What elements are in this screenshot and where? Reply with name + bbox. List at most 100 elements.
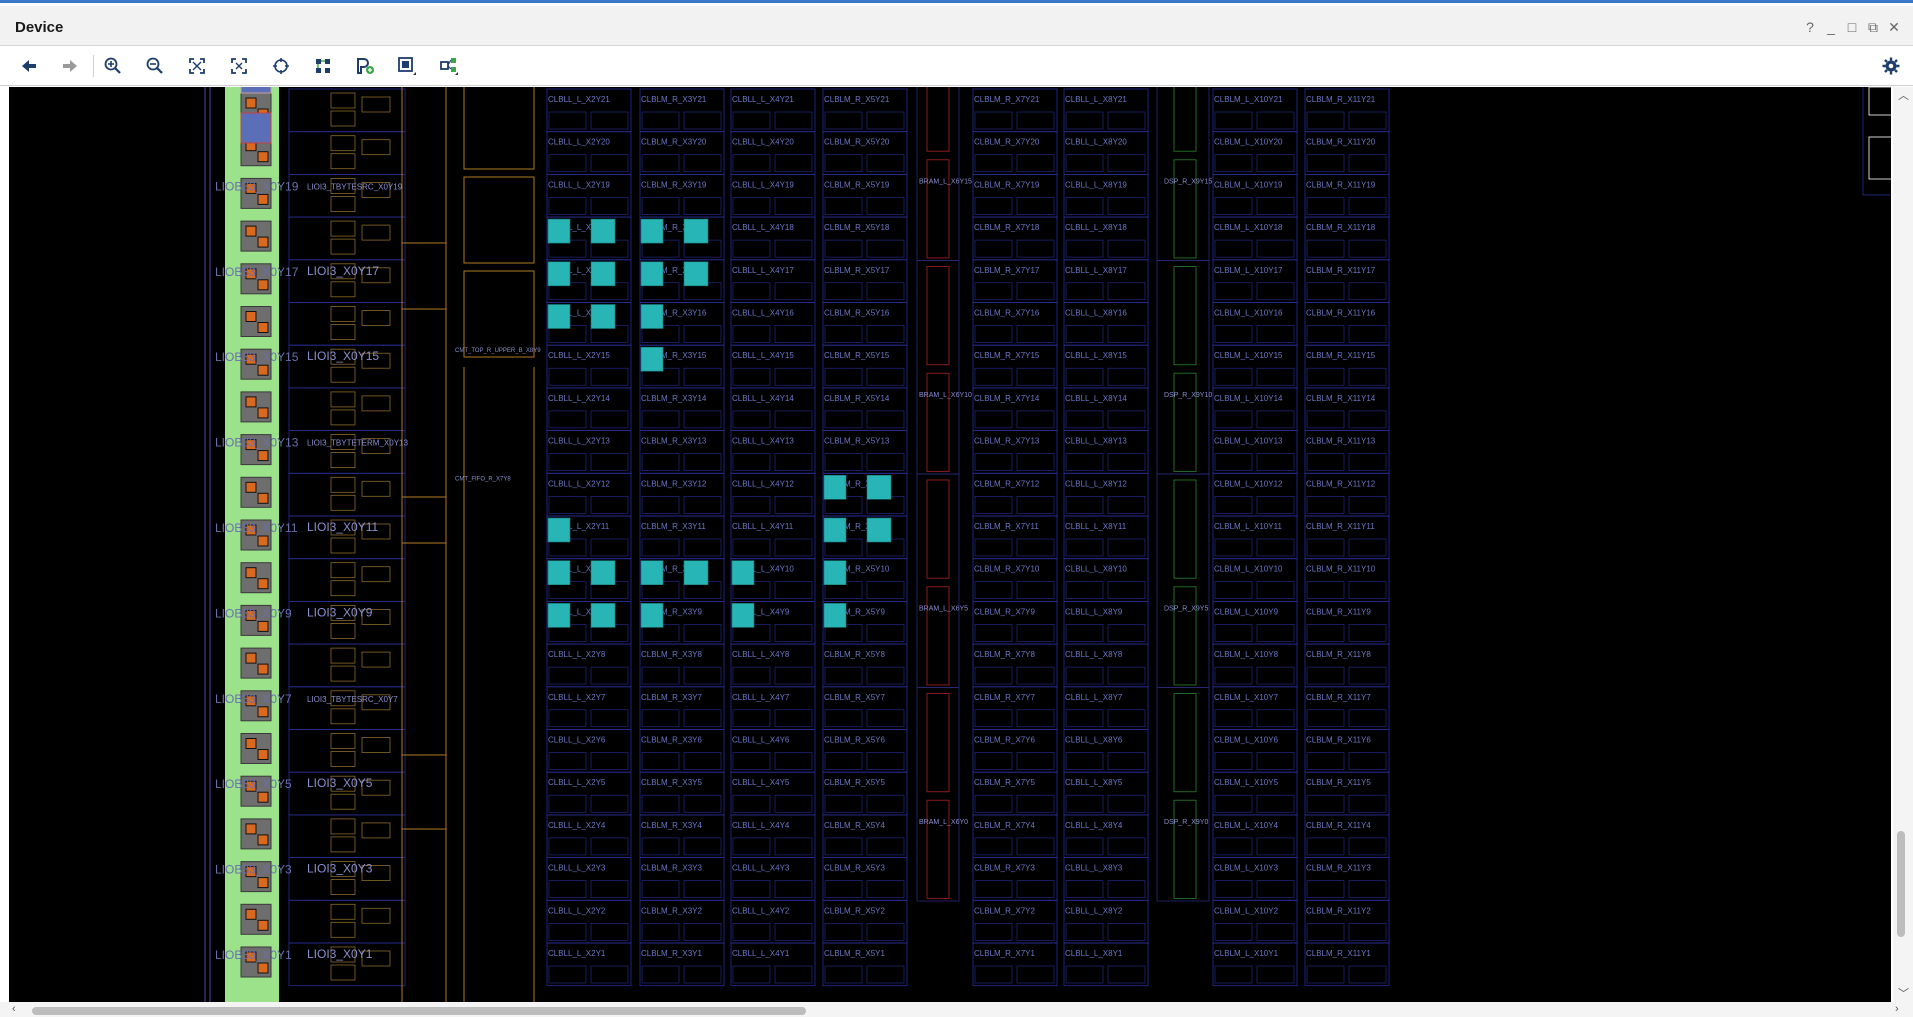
clb-slice[interactable] bbox=[774, 752, 813, 770]
clb-slice[interactable] bbox=[824, 325, 863, 343]
clb-label[interactable]: CLBLL_L_X8Y12 bbox=[1065, 479, 1127, 488]
clb-label[interactable]: CLBLL_L_X4Y13 bbox=[732, 437, 794, 446]
io-pad-cell[interactable] bbox=[257, 663, 269, 675]
clb-label[interactable]: CLBLL_L_X4Y5 bbox=[732, 778, 790, 787]
clb-slice[interactable] bbox=[1016, 709, 1055, 728]
io-pad-cell[interactable] bbox=[257, 578, 269, 590]
zoom-out-icon[interactable] bbox=[142, 53, 168, 79]
lioi-site[interactable] bbox=[330, 537, 356, 554]
placed-cell[interactable] bbox=[866, 517, 892, 543]
clb-slice[interactable] bbox=[866, 965, 905, 984]
dsp-tile[interactable] bbox=[1156, 473, 1210, 688]
io-pad-cell[interactable] bbox=[257, 450, 269, 462]
clb-slice[interactable] bbox=[732, 752, 771, 770]
lioi-site[interactable] bbox=[330, 366, 356, 383]
placed-cell[interactable] bbox=[731, 603, 755, 628]
clb-label[interactable]: CLBLL_L_X4Y7 bbox=[732, 693, 790, 702]
lioi-site[interactable] bbox=[330, 409, 356, 426]
clb-label[interactable]: CLBLM_R_X5Y5 bbox=[824, 778, 885, 787]
clb-slice[interactable] bbox=[1214, 837, 1253, 856]
clb-slice[interactable] bbox=[590, 111, 629, 130]
clb-slice[interactable] bbox=[1306, 410, 1345, 429]
clb-slice[interactable] bbox=[1214, 624, 1253, 642]
clb-label[interactable]: CLBLM_L_X10Y3 bbox=[1214, 864, 1279, 873]
lioi-site[interactable] bbox=[330, 647, 356, 664]
clb-slice[interactable] bbox=[974, 495, 1013, 514]
clb-slice[interactable] bbox=[1214, 538, 1253, 557]
lioi-tile[interactable] bbox=[288, 387, 406, 431]
clb-slice[interactable] bbox=[590, 965, 629, 984]
clb-slice[interactable] bbox=[974, 965, 1013, 984]
clb-slice[interactable] bbox=[1306, 581, 1345, 600]
clb-slice[interactable] bbox=[774, 624, 813, 642]
minimize-icon[interactable]: _ bbox=[1823, 19, 1839, 35]
placed-cell[interactable] bbox=[640, 603, 664, 628]
placed-cell[interactable] bbox=[823, 474, 847, 500]
clb-slice[interactable] bbox=[1065, 538, 1104, 557]
dsp-site[interactable] bbox=[1173, 479, 1197, 579]
clb-label[interactable]: CLBLM_R_X5Y3 bbox=[824, 864, 885, 873]
lioi-tile[interactable] bbox=[288, 814, 406, 859]
clb-slice[interactable] bbox=[641, 752, 680, 770]
clb-slice[interactable] bbox=[1348, 453, 1387, 471]
clb-slice[interactable] bbox=[548, 965, 587, 984]
clb-label[interactable]: CLBLM_R_X3Y14 bbox=[641, 394, 707, 403]
clb-slice[interactable] bbox=[1348, 495, 1387, 514]
float-icon[interactable]: ⧉ bbox=[1865, 19, 1881, 35]
clb-slice[interactable] bbox=[974, 111, 1013, 130]
clb-slice[interactable] bbox=[974, 282, 1013, 301]
clb-label[interactable]: CLBLL_L_X2Y3 bbox=[548, 864, 606, 873]
lioi-site[interactable] bbox=[330, 665, 356, 682]
clb-slice[interactable] bbox=[641, 154, 680, 172]
clb-label[interactable]: CLBLL_L_X8Y20 bbox=[1065, 138, 1127, 147]
clb-slice[interactable] bbox=[1107, 666, 1146, 685]
clb-slice[interactable] bbox=[1214, 666, 1253, 685]
clb-label[interactable]: CLBLL_L_X8Y4 bbox=[1065, 821, 1123, 830]
clb-slice[interactable] bbox=[1256, 666, 1295, 685]
clb-label[interactable]: CLBLM_R_X7Y15 bbox=[974, 351, 1040, 360]
clb-label[interactable]: CLBLL_L_X8Y3 bbox=[1065, 864, 1123, 873]
clb-label[interactable]: CLBLM_R_X7Y12 bbox=[974, 479, 1040, 488]
bram-site[interactable] bbox=[926, 586, 950, 686]
io-pad-top[interactable] bbox=[240, 112, 272, 144]
clb-slice[interactable] bbox=[548, 709, 587, 728]
clb-slice[interactable] bbox=[1065, 111, 1104, 130]
clb-slice[interactable] bbox=[1214, 367, 1253, 386]
clock-region[interactable] bbox=[401, 87, 447, 310]
io-label-lioi[interactable]: LIOI3_X0Y9 bbox=[307, 605, 373, 619]
lioi-site[interactable] bbox=[361, 96, 391, 113]
lioi-tile[interactable] bbox=[288, 558, 406, 602]
clb-slice[interactable] bbox=[732, 453, 771, 471]
clb-slice[interactable] bbox=[1256, 325, 1295, 343]
clb-slice[interactable] bbox=[732, 709, 771, 728]
clb-slice[interactable] bbox=[824, 965, 863, 984]
clb-slice[interactable] bbox=[1016, 410, 1055, 429]
io-pad-cell[interactable] bbox=[257, 193, 269, 205]
clb-slice[interactable] bbox=[1107, 239, 1146, 258]
clb-label[interactable]: CLBLM_R_X3Y20 bbox=[641, 138, 707, 147]
clb-slice[interactable] bbox=[1065, 880, 1104, 898]
clb-label[interactable]: CLBLM_L_X10Y6 bbox=[1214, 736, 1279, 745]
clb-slice[interactable] bbox=[1214, 752, 1253, 770]
clb-slice[interactable] bbox=[1107, 453, 1146, 471]
clb-slice[interactable] bbox=[548, 794, 587, 813]
clb-slice[interactable] bbox=[1256, 239, 1295, 258]
device-canvas[interactable]: LIOB33_X0Y19 LIOI3_TBYTESRC_X0Y19 LIOB33_X… bbox=[9, 87, 1891, 1002]
bram-site[interactable] bbox=[926, 372, 950, 472]
lioi-site[interactable] bbox=[330, 494, 356, 511]
clb-slice[interactable] bbox=[683, 922, 722, 941]
clb-slice[interactable] bbox=[774, 880, 813, 898]
clb-slice[interactable] bbox=[590, 367, 629, 386]
lioi-tile[interactable] bbox=[288, 729, 406, 773]
placed-cell[interactable] bbox=[547, 218, 571, 244]
lioi-tile[interactable] bbox=[288, 174, 406, 218]
clb-slice[interactable] bbox=[683, 965, 722, 984]
clb-slice[interactable] bbox=[1065, 666, 1104, 685]
close-icon[interactable]: ✕ bbox=[1886, 19, 1902, 35]
clb-label[interactable]: CLBLL_L_X2Y14 bbox=[548, 394, 610, 403]
clb-slice[interactable] bbox=[548, 410, 587, 429]
lioi-site[interactable] bbox=[330, 391, 356, 408]
clb-slice[interactable] bbox=[641, 709, 680, 728]
clb-label[interactable]: CLBLM_R_X3Y13 bbox=[641, 437, 707, 446]
clb-slice[interactable] bbox=[1348, 837, 1387, 856]
